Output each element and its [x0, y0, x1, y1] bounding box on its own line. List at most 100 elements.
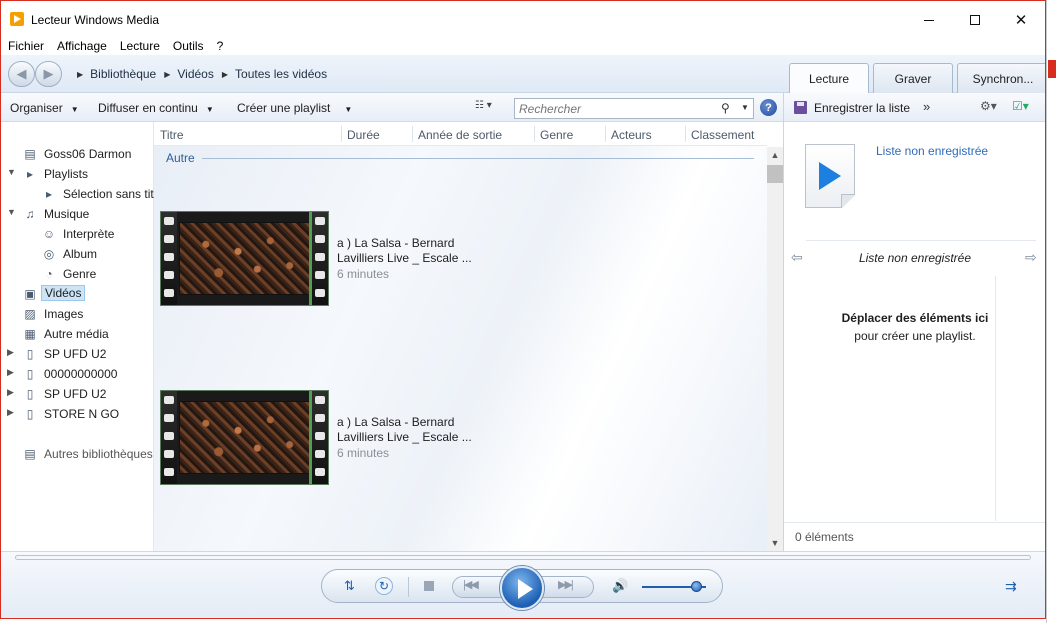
video-thumbnail[interactable]	[160, 390, 329, 485]
scroll-down-icon[interactable]: ▼	[767, 535, 783, 551]
nav-user[interactable]: ▤ Goss06 Darmon	[1, 144, 154, 164]
more-options-button[interactable]: »	[923, 99, 930, 114]
expand-closed-icon[interactable]: ▶	[7, 387, 14, 398]
mute-button[interactable]: 🔊	[612, 578, 628, 594]
seek-bar[interactable]	[15, 555, 1031, 560]
nav-device-label: SP UFD U2	[44, 347, 107, 361]
playlist-icon: ▸	[45, 187, 53, 201]
nav-artist[interactable]: ☺ Interprète	[1, 224, 154, 244]
artist-icon: ☺	[42, 227, 56, 241]
breadcrumb-videos[interactable]: Vidéos	[177, 67, 213, 81]
drop-hint-title: Déplacer des éléments ici	[841, 311, 989, 325]
create-playlist-button[interactable]: Créer une playlist ▼	[237, 101, 352, 115]
forward-button[interactable]: ▶	[35, 61, 62, 87]
search-input[interactable]	[519, 101, 714, 117]
repeat-button[interactable]: ↻	[375, 577, 393, 595]
video-title[interactable]: a ) La Salsa - Bernard Lavilliers Live _…	[337, 415, 487, 445]
film-hole	[315, 235, 325, 243]
column-title[interactable]: Titre	[160, 128, 184, 142]
view-options-button[interactable]: ☷ ▾	[475, 100, 509, 116]
nav-device-label: SP UFD U2	[44, 387, 107, 401]
column-header: Titre Durée Année de sortie Genre Acteur…	[154, 122, 767, 146]
menu-bar: Fichier Affichage Lecture Outils ?	[1, 37, 1045, 55]
nav-device[interactable]: ▶ ▯ STORE N GO	[1, 404, 154, 424]
column-separator[interactable]	[605, 126, 606, 142]
column-actors[interactable]: Acteurs	[611, 128, 652, 142]
breadcrumb-arrow-icon[interactable]: ▶	[164, 70, 170, 79]
switch-to-now-playing-button[interactable]: ⇉	[1005, 578, 1017, 595]
nav-device[interactable]: ▶ ▯ SP UFD U2	[1, 384, 154, 404]
save-list-button[interactable]: Enregistrer la liste	[814, 101, 910, 115]
expand-open-icon[interactable]: ▼	[7, 167, 16, 177]
pane-tabs: Lecture Graver Synchron...	[789, 63, 1045, 94]
column-separator[interactable]	[412, 126, 413, 142]
menu-fichier[interactable]: Fichier	[8, 37, 44, 55]
usb-drive-icon: ▯	[26, 407, 34, 421]
stream-menu-button[interactable]: Diffuser en continu ▼	[98, 101, 214, 115]
organize-label: Organiser	[10, 101, 63, 115]
document-fold	[841, 194, 855, 208]
nav-other-media[interactable]: ▦ Autre média	[1, 324, 154, 344]
column-rating[interactable]: Classement	[691, 128, 754, 142]
column-genre[interactable]: Genre	[540, 128, 573, 142]
nav-device[interactable]: ▶ ▯ SP UFD U2	[1, 344, 154, 364]
breadcrumb-library[interactable]: Bibliothèque	[90, 67, 156, 81]
previous-button[interactable]: |◀◀	[463, 578, 479, 591]
column-release-year[interactable]: Année de sortie	[418, 128, 502, 142]
nav-images[interactable]: ▨ Images	[1, 304, 154, 324]
expand-closed-icon[interactable]: ▶	[7, 407, 14, 418]
maximize-button[interactable]	[952, 7, 998, 33]
arrow-right-icon[interactable]: ⇨	[1025, 249, 1037, 266]
column-separator[interactable]	[341, 126, 342, 142]
play-button[interactable]	[500, 566, 544, 610]
expand-open-icon[interactable]: ▼	[7, 207, 16, 217]
expand-closed-icon[interactable]: ▶	[7, 347, 14, 358]
menu-help[interactable]: ?	[217, 37, 224, 55]
nav-genre[interactable]: ◔ Genre	[1, 264, 154, 284]
column-separator[interactable]	[534, 126, 535, 142]
tab-lecture[interactable]: Lecture	[789, 63, 869, 94]
next-button[interactable]: ▶▶|	[558, 578, 574, 591]
menu-outils[interactable]: Outils	[173, 37, 204, 55]
menu-lecture[interactable]: Lecture	[120, 37, 160, 55]
video-title[interactable]: a ) La Salsa - Bernard Lavilliers Live _…	[337, 236, 487, 266]
help-button[interactable]: ?	[760, 99, 777, 116]
nav-playlists[interactable]: ▼ ▸ Playlists	[1, 164, 154, 184]
nav-album[interactable]: ◎ Album	[1, 244, 154, 264]
vertical-scrollbar[interactable]: ▲ ▼	[767, 147, 783, 551]
film-hole	[164, 253, 174, 261]
column-separator[interactable]	[685, 126, 686, 142]
stop-button[interactable]	[424, 581, 434, 591]
nav-device[interactable]: ▶ ▯ 00000000000	[1, 364, 154, 384]
nav-videos[interactable]: ▣ Vidéos	[1, 284, 154, 304]
scroll-up-icon[interactable]: ▲	[767, 147, 783, 163]
video-title-line: Lavilliers Live _ Escale ...	[337, 430, 472, 444]
tab-graver[interactable]: Graver	[873, 63, 953, 93]
scroll-thumb[interactable]	[767, 165, 783, 183]
volume-handle[interactable]	[691, 581, 702, 592]
search-icon[interactable]: ⚲	[721, 101, 730, 115]
back-button[interactable]: ◀	[8, 61, 35, 87]
group-header[interactable]: Autre	[166, 151, 195, 165]
organize-menu-button[interactable]: Organiser ▼	[10, 101, 79, 115]
tab-synchroniser[interactable]: Synchron...	[957, 63, 1045, 93]
menu-affichage[interactable]: Affichage	[57, 37, 107, 55]
film-hole	[164, 396, 174, 404]
breadcrumb-arrow-icon[interactable]: ▶	[222, 70, 228, 79]
film-hole	[315, 289, 325, 297]
checklist-icon[interactable]: ☑▾	[1012, 99, 1029, 113]
minimize-button[interactable]	[906, 7, 952, 33]
unsaved-list-link[interactable]: Liste non enregistrée	[876, 144, 988, 158]
nav-other-libraries[interactable]: ▤ Autres bibliothèques	[1, 444, 154, 464]
shuffle-button[interactable]: ⇅	[344, 578, 355, 594]
search-dropdown-icon[interactable]: ▼	[741, 103, 749, 112]
usb-drive-icon: ▯	[26, 347, 34, 361]
video-thumbnail[interactable]	[160, 211, 329, 306]
nav-playlist-item[interactable]: ▸ Sélection sans tit	[1, 184, 154, 204]
column-duration[interactable]: Durée	[347, 128, 380, 142]
close-button[interactable]: ✕	[998, 7, 1044, 33]
list-options-icon[interactable]: ⚙▾	[980, 99, 997, 113]
breadcrumb-all-videos[interactable]: Toutes les vidéos	[235, 67, 327, 81]
nav-music[interactable]: ▼ ♫ Musique	[1, 204, 154, 224]
expand-closed-icon[interactable]: ▶	[7, 367, 14, 378]
